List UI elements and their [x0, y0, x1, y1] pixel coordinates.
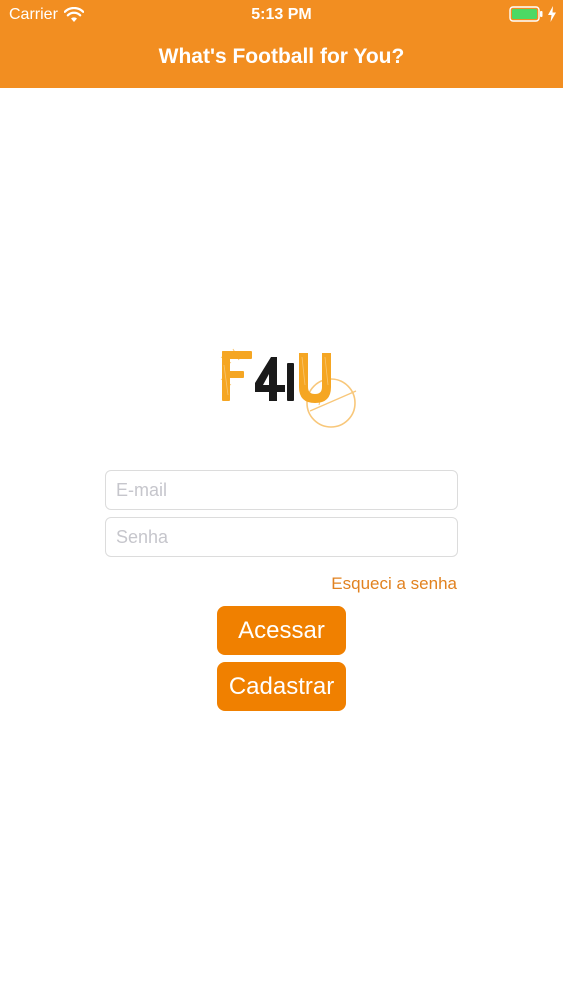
password-field[interactable]	[105, 517, 458, 557]
login-button[interactable]: Acessar	[217, 606, 346, 655]
battery-icon	[509, 6, 543, 22]
f4u-logo	[220, 348, 357, 428]
status-bar: Carrier 5:13 PM	[0, 0, 563, 30]
nav-title: What's Football for You?	[158, 45, 405, 68]
email-field[interactable]	[105, 470, 458, 510]
register-button[interactable]: Cadastrar	[217, 662, 346, 711]
bolt-icon	[548, 6, 556, 22]
forgot-password-link[interactable]: Esqueci a senha	[331, 573, 457, 595]
status-time: 5:13 PM	[251, 6, 312, 23]
top-bar: Carrier 5:13 PM What's Football for You?	[0, 0, 563, 88]
